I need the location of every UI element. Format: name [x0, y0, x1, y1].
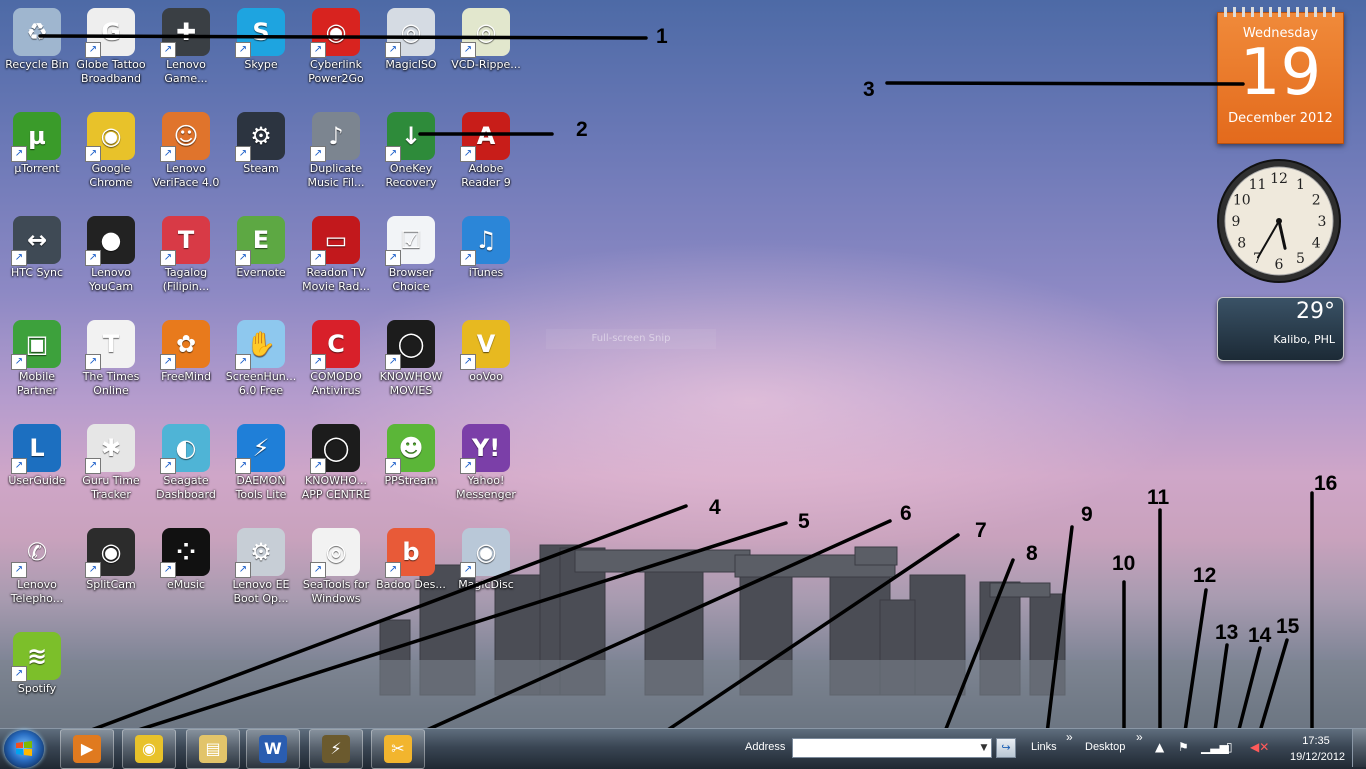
volume-muted-icon[interactable]: ◀✕ — [1250, 740, 1269, 754]
annotation-8: 8 — [1026, 542, 1038, 565]
battery-icon[interactable]: ▯ — [1226, 740, 1233, 754]
taskbar-clock-date: 19/12/2012 — [1290, 751, 1346, 763]
annotation-12: 12 — [1193, 564, 1217, 587]
links-toolbar-label[interactable]: Links — [1031, 741, 1057, 753]
taskbar-clock-time: 17:35 — [1302, 735, 1330, 747]
address-go-button[interactable]: ↪ — [996, 738, 1016, 758]
taskbar-button-snipping[interactable]: ✂ — [371, 729, 425, 769]
annotation-14: 14 — [1248, 624, 1272, 647]
links-chevron-button[interactable]: » — [1066, 730, 1073, 744]
taskbar-button-explorer[interactable]: ▤ — [186, 729, 240, 769]
folder-icon: ▤ — [199, 735, 227, 763]
annotation-5: 5 — [798, 510, 810, 533]
annotation-9: 9 — [1081, 503, 1093, 526]
winamp-icon: ⚡ — [322, 735, 350, 763]
taskbar-button-chrome[interactable]: ◉ — [122, 729, 176, 769]
start-button[interactable] — [4, 730, 44, 768]
snipping-tool-icon: ✂ — [384, 735, 412, 763]
annotation-15: 15 — [1276, 615, 1300, 638]
address-input[interactable] — [792, 738, 992, 758]
chrome-icon: ◉ — [135, 735, 163, 763]
taskbar-button-word[interactable]: W — [246, 729, 300, 769]
annotation-7: 7 — [975, 519, 987, 542]
annotation-2: 2 — [576, 118, 588, 141]
address-toolbar-label: Address — [745, 741, 786, 753]
annotation-lines — [23, 34, 1314, 762]
taskbar-button-media-player[interactable]: ▶ — [60, 729, 114, 769]
signal-icon[interactable]: ▁▃▅ — [1201, 740, 1229, 754]
annotation-3: 3 — [863, 78, 875, 101]
flag-icon[interactable]: ⚑ — [1178, 740, 1189, 754]
windows-logo-icon — [16, 741, 32, 756]
annotation-16: 16 — [1314, 472, 1338, 495]
show-desktop-button[interactable] — [1352, 729, 1366, 767]
address-dropdown-arrow-icon[interactable]: ▼ — [977, 739, 991, 757]
desktop-chevron-button[interactable]: » — [1136, 730, 1143, 744]
annotation-10: 10 — [1112, 552, 1136, 575]
annotation-13: 13 — [1215, 621, 1239, 644]
show-hidden-icon[interactable]: ▲ — [1155, 740, 1164, 754]
annotation-4: 4 — [709, 496, 721, 519]
annotation-1: 1 — [656, 25, 668, 48]
taskbar-button-winamp[interactable]: ⚡ — [309, 729, 363, 769]
desktop-toolbar-label[interactable]: Desktop — [1085, 741, 1125, 753]
taskbar-clock[interactable]: 17:35 19/12/2012 — [1290, 733, 1346, 765]
word-icon: W — [259, 735, 287, 763]
media-player-icon: ▶ — [73, 735, 101, 763]
annotation-11: 11 — [1147, 486, 1170, 509]
annotation-6: 6 — [900, 502, 912, 525]
